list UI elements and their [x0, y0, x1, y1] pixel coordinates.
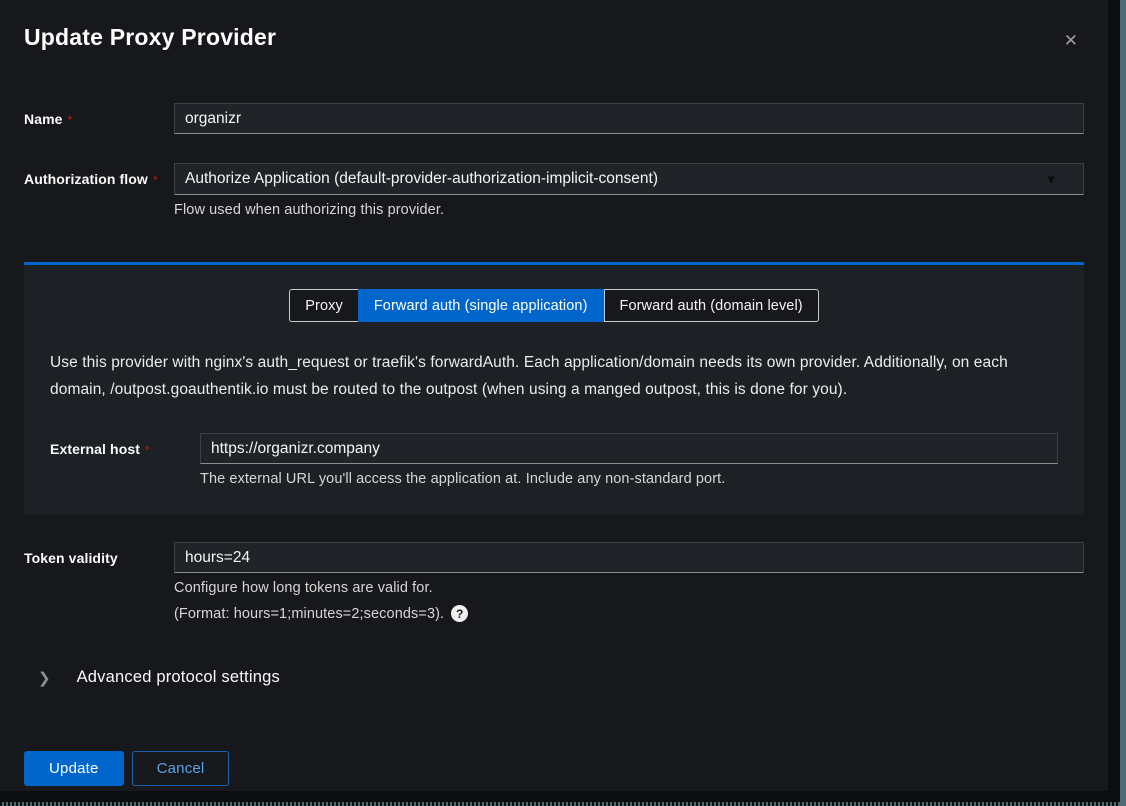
- provider-form: Name* Authorization flow* Authorize Appl…: [0, 103, 1108, 218]
- token-validity-input[interactable]: [174, 542, 1084, 573]
- page-background-edge-bottom: [0, 802, 1120, 806]
- authorization-flow-selected-value: Authorize Application (default-provider-…: [185, 170, 658, 188]
- caret-down-icon: ▾: [1047, 170, 1055, 188]
- token-validity-field-row: Token validity Configure how long tokens…: [24, 542, 1084, 622]
- chevron-right-icon: ❯: [24, 669, 51, 687]
- proxy-mode-toggle-group: Proxy Forward auth (single application) …: [50, 289, 1058, 322]
- token-validity-section: Token validity Configure how long tokens…: [0, 542, 1108, 622]
- authorization-flow-field-row: Authorization flow* Authorize Applicatio…: [24, 163, 1084, 218]
- update-button[interactable]: Update: [24, 751, 124, 786]
- tab-forward-auth-domain-level[interactable]: Forward auth (domain level): [604, 289, 819, 322]
- page-background-edge-right: [1120, 0, 1126, 806]
- name-field-row: Name*: [24, 103, 1084, 134]
- token-validity-format-text: (Format: hours=1;minutes=2;seconds=3).: [174, 606, 444, 622]
- tab-proxy[interactable]: Proxy: [289, 289, 358, 322]
- token-validity-help-text: Configure how long tokens are valid for.: [174, 580, 1084, 596]
- token-validity-label: Token validity: [24, 542, 174, 566]
- advanced-protocol-settings-label: Advanced protocol settings: [77, 668, 280, 687]
- required-marker: *: [153, 173, 158, 187]
- required-marker: *: [145, 443, 150, 457]
- advanced-protocol-settings-toggle[interactable]: ❯ Advanced protocol settings: [24, 668, 1084, 687]
- update-proxy-provider-modal: Update Proxy Provider ✕ Name* Authorizat…: [0, 0, 1108, 791]
- help-circle-icon[interactable]: ?: [451, 605, 468, 622]
- close-icon[interactable]: ✕: [1058, 28, 1084, 53]
- token-validity-format-line: (Format: hours=1;minutes=2;seconds=3). ?: [174, 605, 1084, 622]
- external-host-label: External host*: [50, 433, 200, 457]
- cancel-button[interactable]: Cancel: [132, 751, 230, 786]
- modal-title: Update Proxy Provider: [24, 24, 276, 51]
- authorization-flow-label: Authorization flow*: [24, 163, 174, 187]
- mode-description: Use this provider with nginx's auth_requ…: [50, 349, 1058, 403]
- authorization-flow-select[interactable]: Authorize Application (default-provider-…: [174, 163, 1084, 195]
- modal-header: Update Proxy Provider ✕: [0, 24, 1108, 53]
- modal-footer: Update Cancel: [0, 751, 1108, 786]
- tab-forward-auth-single-application[interactable]: Forward auth (single application): [358, 289, 604, 322]
- authorization-flow-help-text: Flow used when authorizing this provider…: [174, 202, 1084, 218]
- external-host-help-text: The external URL you'll access the appli…: [200, 471, 1058, 487]
- external-host-input[interactable]: [200, 433, 1058, 464]
- external-host-field-row: External host* The external URL you'll a…: [50, 433, 1058, 487]
- required-marker: *: [68, 113, 73, 127]
- name-label: Name*: [24, 103, 174, 127]
- name-input[interactable]: [174, 103, 1084, 134]
- proxy-mode-card: Proxy Forward auth (single application) …: [24, 262, 1084, 515]
